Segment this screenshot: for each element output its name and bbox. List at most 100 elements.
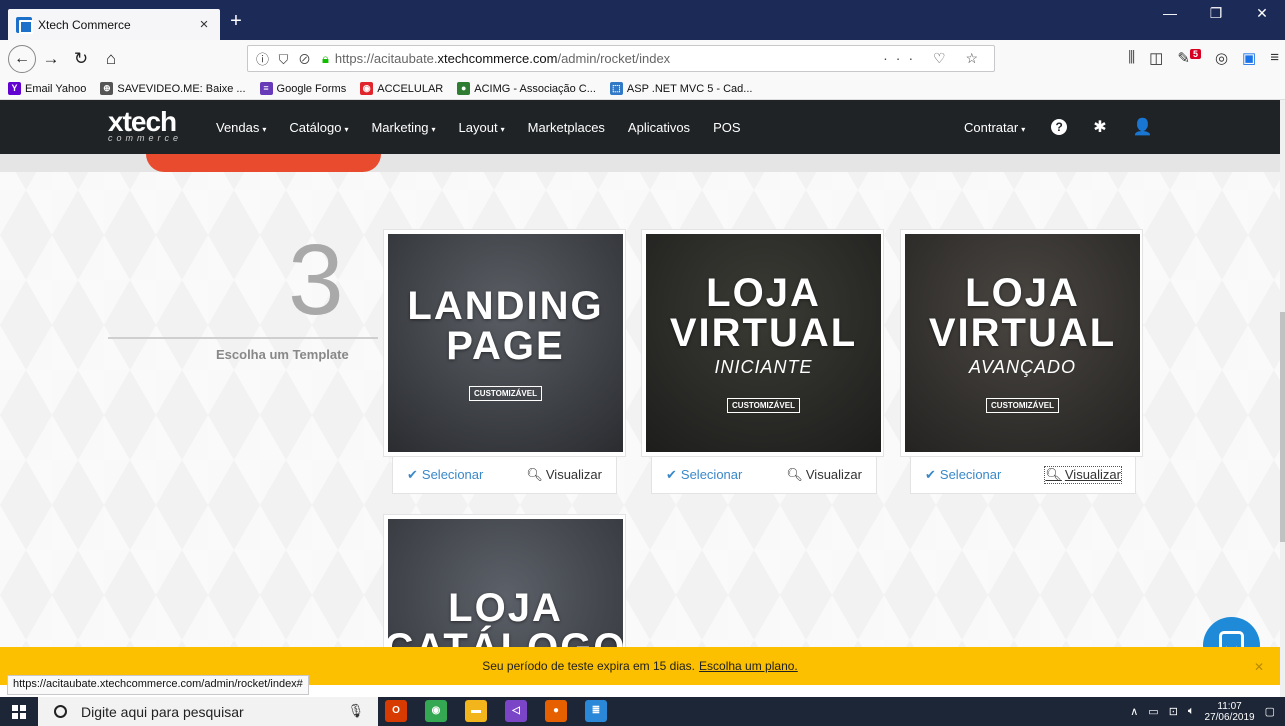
- home-button[interactable]: ⌂: [96, 44, 126, 74]
- choose-plan-link[interactable]: Escolha um plano.: [699, 659, 798, 673]
- help-icon[interactable]: ?: [1051, 119, 1068, 135]
- explorer-icon[interactable]: ▬: [465, 700, 487, 722]
- chrome-icon[interactable]: ◉: [425, 700, 447, 722]
- app-navbar: xtech commerce Vendas ▾ Catálogo ▾ Marketing…: [0, 100, 1280, 154]
- template-preview-image: LANDING PAGE CUSTOMIZÁVEL: [388, 234, 623, 452]
- trial-close-icon[interactable]: ✕: [1254, 660, 1264, 674]
- check-icon: ✔: [666, 467, 677, 482]
- bookmark-item[interactable]: ◉ ACCELULAR: [360, 82, 443, 95]
- start-button[interactable]: [0, 697, 38, 726]
- bookmark-label: ASP .NET MVC 5 - Cad...: [626, 82, 753, 95]
- tab-close-icon[interactable]: ×: [196, 16, 212, 33]
- system-tray: ∧ ▭ ⊡ 🔈︎ 11:07 27/06/2019 ▢: [1130, 697, 1275, 726]
- bookmark-label: Google Forms: [276, 82, 347, 95]
- network-icon[interactable]: ⊡: [1169, 705, 1178, 718]
- url-bar[interactable]: ⓘ ⛉ ⊘ 🔒︎ https://acitaubate.xtechcommerc…: [247, 45, 995, 72]
- gear-icon[interactable]: ✱: [1093, 117, 1106, 137]
- menu-item-vendas[interactable]: Vendas ▾: [216, 120, 266, 135]
- page-actions-icons[interactable]: ··· ♡ ☆: [883, 50, 986, 67]
- menu-item-layout[interactable]: Layout ▾: [459, 120, 505, 135]
- template-card[interactable]: LOJA VIRTUAL INICIANTE CUSTOMIZÁVEL: [641, 229, 884, 457]
- select-template-button[interactable]: ✔ Selecionar: [407, 467, 483, 483]
- bookmark-item[interactable]: Y Email Yahoo: [8, 82, 86, 95]
- hero-strip: [0, 154, 1280, 172]
- url-text[interactable]: https://acitaubate.xtechcommerce.com/adm…: [335, 51, 883, 66]
- bookmark-favicon-icon: Y: [8, 82, 21, 95]
- customizable-badge: CUSTOMIZÁVEL: [469, 385, 542, 401]
- lock-icon: 🔒︎: [321, 50, 329, 66]
- menu-right: Contratar ▾ ? ✱ 👤: [964, 100, 1153, 154]
- reload-button[interactable]: ↻: [66, 44, 96, 74]
- tray-chevron-icon[interactable]: ∧: [1130, 705, 1138, 718]
- template-preview-image: LOJA VIRTUAL AVANÇADO CUSTOMIZÁVEL: [905, 234, 1140, 452]
- template-title: VIRTUAL: [669, 311, 858, 355]
- contratar-menu[interactable]: Contratar ▾: [964, 120, 1025, 135]
- menu-item-marketing[interactable]: Marketing ▾: [371, 120, 435, 135]
- restore-button[interactable]: ❐: [1193, 5, 1239, 22]
- visual-studio-icon[interactable]: ◁: [505, 700, 527, 722]
- preview-template-button[interactable]: 🔍︎ Visualizar: [1044, 466, 1122, 484]
- notifications-icon[interactable]: ✎ 5: [1177, 49, 1201, 67]
- extension-icon[interactable]: ▣: [1242, 49, 1256, 67]
- template-preview-image: LOJA VIRTUAL INICIANTE CUSTOMIZÁVEL: [646, 234, 881, 452]
- menu-icon[interactable]: ≡: [1270, 49, 1279, 67]
- clock[interactable]: 11:07 27/06/2019: [1205, 701, 1255, 723]
- windows-taskbar: Digite aqui para pesquisar 🎙︎ O ◉ ▬ ◁ ● ≣ ∧ ▭…: [0, 697, 1285, 726]
- search-icon: 🔍︎: [1045, 467, 1062, 482]
- preview-template-button[interactable]: 🔍︎ Visualizar: [526, 467, 602, 483]
- menu-item-catálogo[interactable]: Catálogo ▾: [289, 120, 348, 135]
- close-window-button[interactable]: ✕: [1239, 5, 1285, 22]
- template-title: CATÁLOGO: [388, 628, 623, 647]
- bookmark-item[interactable]: ● ACIMG - Associação C...: [457, 82, 596, 95]
- minimize-button[interactable]: —: [1147, 5, 1193, 22]
- site-info-icons[interactable]: ⓘ ⛉ ⊘: [256, 49, 314, 68]
- sidebar-icon[interactable]: ◫: [1149, 49, 1163, 67]
- bookmark-item[interactable]: ⊕ SAVEVIDEO.ME: Baixe ...: [100, 82, 246, 95]
- template-card[interactable]: LANDING PAGE CUSTOMIZÁVEL: [383, 229, 626, 457]
- browser-tab[interactable]: Xtech Commerce ×: [8, 9, 220, 40]
- microphone-icon[interactable]: 🎙︎: [347, 703, 364, 719]
- outlook-icon[interactable]: O: [385, 700, 407, 722]
- step-label: Escolha um Template: [216, 347, 349, 362]
- template-title: PAGE: [446, 323, 565, 368]
- library-icon[interactable]: ⫼: [1128, 49, 1135, 67]
- action-center-icon[interactable]: ▢: [1265, 705, 1275, 718]
- taskbar-search[interactable]: Digite aqui para pesquisar 🎙︎: [38, 697, 378, 726]
- check-icon: ✔: [925, 467, 936, 482]
- template-actions: ✔ Selecionar 🔍︎ Visualizar: [910, 456, 1136, 494]
- menu-item-pos[interactable]: POS: [713, 120, 740, 135]
- notepad-icon[interactable]: ≣: [585, 700, 607, 722]
- step-number: 3: [288, 224, 344, 336]
- xtech-logo[interactable]: xtech commerce: [108, 108, 182, 143]
- bookmark-favicon-icon: ●: [457, 82, 471, 95]
- bookmark-favicon-icon: ◉: [360, 82, 374, 95]
- battery-icon[interactable]: ▭: [1148, 705, 1158, 718]
- bookmark-item[interactable]: ⬚ ASP .NET MVC 5 - Cad...: [609, 82, 753, 95]
- cortana-icon: [54, 705, 67, 718]
- back-button[interactable]: ←: [8, 45, 36, 73]
- bookmarks-bar: Y Email Yahoo ⊕ SAVEVIDEO.ME: Baixe ... ≡ Goo…: [0, 78, 1285, 100]
- status-url: https://acitaubate.xtechcommerce.com/adm…: [7, 675, 309, 695]
- template-card[interactable]: LOJACATÁLOGO: [383, 514, 626, 647]
- menu-item-aplicativos[interactable]: Aplicativos: [628, 120, 690, 135]
- trial-message: Seu período de teste expira em 15 dias.: [482, 659, 696, 673]
- menu-item-marketplaces[interactable]: Marketplaces: [528, 120, 605, 135]
- select-template-button[interactable]: ✔ Selecionar: [925, 467, 1001, 483]
- forward-button[interactable]: →: [36, 44, 66, 74]
- bookmark-item[interactable]: ≡ Google Forms: [259, 82, 347, 95]
- firefox-icon[interactable]: ●: [545, 700, 567, 722]
- bookmark-label: Email Yahoo: [25, 82, 87, 95]
- bookmark-label: ACIMG - Associação C...: [474, 82, 596, 95]
- template-title: LANDING: [407, 283, 604, 328]
- select-template-button[interactable]: ✔ Selecionar: [666, 467, 742, 483]
- account-icon[interactable]: ◎: [1215, 49, 1228, 67]
- user-icon[interactable]: 👤: [1133, 117, 1153, 137]
- taskbar-apps: O ◉ ▬ ◁ ● ≣: [385, 700, 607, 722]
- volume-icon[interactable]: 🔈︎: [1188, 705, 1195, 718]
- search-icon: 🔍︎: [786, 467, 803, 482]
- new-tab-button[interactable]: +: [226, 10, 246, 33]
- preview-template-button[interactable]: 🔍︎ Visualizar: [786, 467, 862, 483]
- browser-toolbar: ⫼ ◫ ✎ 5 ◎ ▣ ≡: [1128, 49, 1279, 67]
- template-card[interactable]: LOJA VIRTUAL AVANÇADO CUSTOMIZÁVEL: [900, 229, 1143, 457]
- scrollbar-thumb[interactable]: [1280, 312, 1285, 542]
